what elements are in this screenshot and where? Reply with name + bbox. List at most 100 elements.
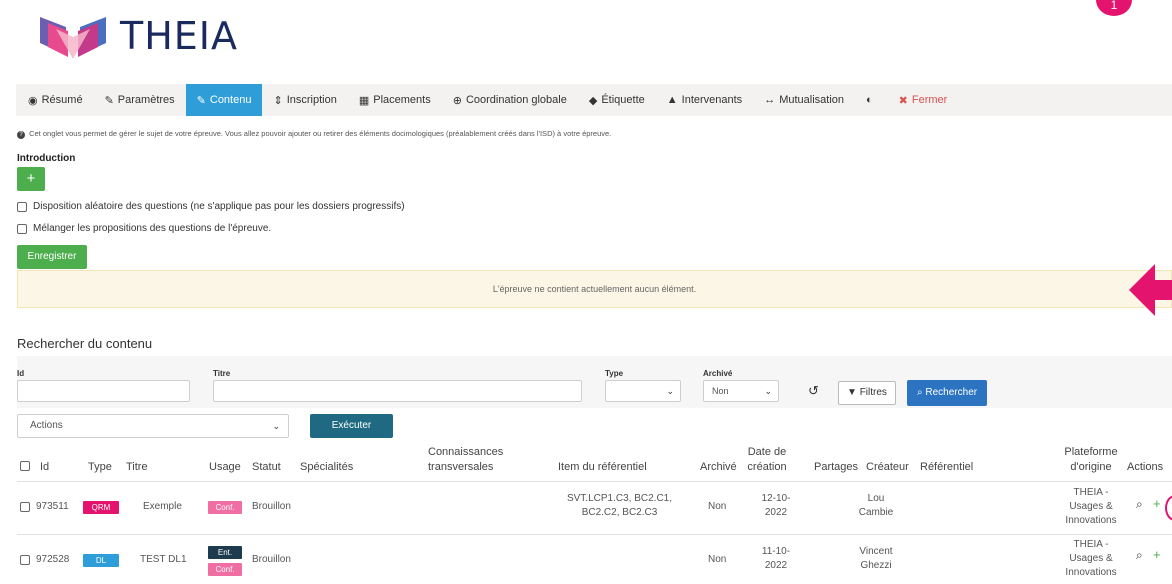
- add-icon[interactable]: +: [1153, 547, 1161, 562]
- header-referentiel[interactable]: Référentiel: [920, 460, 973, 475]
- header-actions: Actions: [1127, 461, 1164, 473]
- type-badge: DL: [83, 554, 119, 567]
- type-select[interactable]: ⌄: [605, 380, 681, 402]
- tab-fermer[interactable]: ✖ Fermer: [888, 84, 959, 116]
- chevron-down-icon: ⌄: [764, 386, 772, 396]
- notification-badge[interactable]: 1: [1096, 0, 1132, 16]
- header-type[interactable]: Type: [88, 460, 112, 475]
- chevron-down-icon: ⌄: [666, 386, 674, 396]
- search-panel: [17, 356, 1172, 408]
- info-text-content: Cet onglet vous permet de gérer le sujet…: [29, 129, 612, 138]
- row-titre[interactable]: Exemple: [143, 500, 182, 514]
- table-divider: [17, 534, 1172, 535]
- execute-button[interactable]: Exécuter: [310, 414, 393, 438]
- select-all-checkbox[interactable]: [20, 461, 30, 471]
- row-statut: Brouillon: [252, 501, 291, 512]
- search-icon[interactable]: ⌕: [1136, 497, 1143, 512]
- tab-contenu[interactable]: ✎ Contenu: [185, 84, 263, 116]
- chevron-down-icon: ⌄: [272, 421, 280, 431]
- introduction-label: Introduction: [17, 153, 76, 164]
- dashboard-icon: ◉: [28, 94, 38, 107]
- globe-icon: ⊕: [452, 94, 462, 107]
- header-date-creation[interactable]: Date de création: [742, 445, 792, 475]
- tab-label: Fermer: [911, 94, 948, 106]
- usage-badge: Conf.: [208, 501, 242, 514]
- header-partages[interactable]: Partages: [814, 460, 858, 475]
- row-checkbox[interactable]: [20, 555, 30, 565]
- titre-input[interactable]: [213, 380, 582, 402]
- search-icon[interactable]: ⌕: [1136, 548, 1143, 563]
- type-badge: QRM: [83, 501, 119, 514]
- row-createur: Vincent Ghezzi: [859, 546, 893, 571]
- row-plateforme: THEIA - Usages & Innovations: [1065, 487, 1117, 526]
- header-titre[interactable]: Titre: [126, 460, 148, 475]
- row-checkbox[interactable]: [20, 502, 30, 512]
- row-titre[interactable]: TEST DL1: [140, 553, 187, 567]
- titre-label: Titre: [213, 369, 231, 378]
- row-id: 973511: [36, 501, 69, 512]
- tab-label: Paramètres: [117, 94, 175, 106]
- header-specialites[interactable]: Spécialités: [300, 460, 353, 475]
- tab-coordination-globale[interactable]: ⊕ Coordination globale: [442, 84, 578, 116]
- id-input[interactable]: [17, 380, 190, 402]
- header-archive[interactable]: Archivé: [700, 460, 737, 475]
- arrow-left-icon: [1129, 264, 1172, 316]
- tab-parametres[interactable]: ✎ Paramètres: [94, 84, 186, 116]
- search-button[interactable]: ⌕ Rechercher: [907, 380, 988, 406]
- reset-icon[interactable]: ↺: [808, 383, 819, 399]
- random-order-option[interactable]: Disposition aléatoire des questions (ne …: [17, 201, 405, 212]
- wrench-icon: ✎: [104, 94, 114, 107]
- save-button[interactable]: Enregistrer: [17, 245, 87, 269]
- row-date: 12-10- 2022: [761, 493, 791, 518]
- tab-label: Mutualisation: [779, 94, 845, 106]
- add-introduction-button[interactable]: +: [17, 167, 45, 191]
- filters-label: Filtres: [859, 387, 887, 398]
- shuffle-label: Mélanger les propositions des questions …: [33, 223, 272, 234]
- row-createur: Lou Cambie: [858, 493, 894, 518]
- header-statut[interactable]: Statut: [252, 460, 281, 475]
- row-id: 972528: [36, 554, 70, 565]
- shuffle-option[interactable]: Mélanger les propositions des questions …: [17, 223, 271, 234]
- logo-text: THEIA: [120, 14, 238, 58]
- row-plateforme: THEIA - Usages & Innovations: [1065, 539, 1117, 578]
- question-circle-icon: ?: [17, 131, 25, 139]
- header-item-referentiel[interactable]: Item du référentiel: [558, 460, 647, 475]
- logo-icon: [40, 17, 106, 59]
- archive-select-value: Non: [712, 386, 729, 396]
- arrows-h-icon: ↔: [764, 94, 776, 106]
- header-id[interactable]: Id: [40, 460, 49, 475]
- sort-icon: ⇕: [273, 94, 283, 107]
- row-archive: Non: [708, 554, 727, 565]
- tags-icon: ◆: [588, 94, 598, 107]
- random-order-checkbox[interactable]: [17, 201, 27, 212]
- user-icon: ▲: [666, 94, 678, 106]
- header-usage[interactable]: Usage: [209, 460, 241, 475]
- header-createur[interactable]: Créateur: [866, 460, 909, 475]
- highlight-circle: [1165, 495, 1172, 521]
- header-connaissances[interactable]: Connaissances transversales: [428, 445, 503, 475]
- shield-icon: ◐: [866, 94, 873, 106]
- tab-bar: ◉ Résumé ✎ Paramètres ✎ Contenu ⇕ Inscri…: [16, 84, 1172, 116]
- tab-label: Étiquette: [601, 94, 645, 106]
- empty-content-alert: L'épreuve ne contient actuellement aucun…: [17, 270, 1172, 308]
- filters-button[interactable]: ▼ Filtres: [838, 381, 896, 405]
- tab-mutualisation[interactable]: ↔ Mutualisation: [753, 84, 855, 116]
- tab-resume[interactable]: ◉ Résumé: [16, 84, 94, 116]
- archive-select[interactable]: Non ⌄: [703, 380, 779, 402]
- header-plateforme[interactable]: Plateforme d'origine: [1054, 445, 1128, 475]
- shuffle-checkbox[interactable]: [17, 223, 27, 234]
- tab-shield[interactable]: ◐: [855, 84, 888, 116]
- add-icon[interactable]: +: [1153, 496, 1161, 511]
- tab-label: Coordination globale: [465, 94, 567, 106]
- row-archive: Non: [708, 501, 727, 512]
- tab-inscription[interactable]: ⇕ Inscription: [262, 84, 347, 116]
- row-date: 11-10- 2022: [761, 546, 791, 571]
- search-icon: ⌕: [917, 387, 923, 398]
- bulk-actions-select[interactable]: Actions ⌄: [17, 414, 289, 438]
- row-item-referentiel: SVT.LCP1.C3, BC2.C1, BC2.C2, BC2.C3: [566, 493, 673, 518]
- archive-label: Archivé: [703, 369, 733, 378]
- tab-intervenants[interactable]: ▲ Intervenants: [656, 84, 753, 116]
- tab-placements[interactable]: ▦ Placements: [348, 84, 442, 116]
- id-label: Id: [17, 369, 25, 378]
- tab-etiquette[interactable]: ◆ Étiquette: [578, 84, 656, 116]
